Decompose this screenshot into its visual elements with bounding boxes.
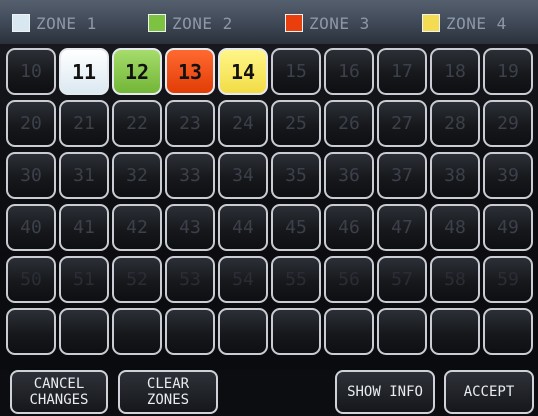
zone-2-legend: ZONE 2	[148, 12, 233, 34]
grid-row	[6, 308, 538, 357]
station-cell[interactable]: 52	[112, 256, 162, 303]
station-cell[interactable]: 27	[377, 100, 427, 147]
zone-2-label: ZONE 2	[172, 13, 233, 33]
zone-4-swatch	[422, 14, 440, 32]
show-info-button[interactable]: SHOW INFO	[335, 370, 435, 414]
station-cell[interactable]	[112, 308, 162, 355]
station-cell[interactable]: 37	[377, 152, 427, 199]
grid-row: 30 31 32 33 34 35 36 37 38 39	[6, 152, 538, 201]
station-cell[interactable]: 12	[112, 48, 162, 95]
station-cell[interactable]: 51	[59, 256, 109, 303]
zone-4-legend: ZONE 4	[422, 12, 507, 34]
station-cell[interactable]: 38	[430, 152, 480, 199]
station-cell[interactable]: 56	[324, 256, 374, 303]
station-cell[interactable]: 10	[6, 48, 56, 95]
zone-assignment-screen: ZONE 1 ZONE 2 ZONE 3 ZONE 4 10 11 12 13 14 15…	[0, 0, 538, 416]
station-cell[interactable]: 17	[377, 48, 427, 95]
station-cell[interactable]: 53	[165, 256, 215, 303]
station-cell[interactable]: 36	[324, 152, 374, 199]
station-cell[interactable]: 23	[165, 100, 215, 147]
clear-zones-button[interactable]: CLEAR ZONES	[118, 370, 218, 414]
station-cell[interactable]: 49	[483, 204, 533, 251]
station-cell[interactable]: 26	[324, 100, 374, 147]
grid-row: 50 51 52 53 54 55 56 57 58 59	[6, 256, 538, 305]
clear-zones-label-line1: CLEAR	[146, 376, 190, 392]
station-cell[interactable]	[271, 308, 321, 355]
station-cell[interactable]: 50	[6, 256, 56, 303]
show-info-label: SHOW INFO	[347, 384, 423, 400]
station-cell[interactable]: 14	[218, 48, 268, 95]
station-cell[interactable]: 31	[59, 152, 109, 199]
station-cell[interactable]	[377, 308, 427, 355]
station-cell[interactable]: 58	[430, 256, 480, 303]
station-cell[interactable]: 13	[165, 48, 215, 95]
station-cell[interactable]: 16	[324, 48, 374, 95]
station-cell[interactable]: 11	[59, 48, 109, 95]
zone-1-label: ZONE 1	[36, 13, 97, 33]
station-cell[interactable]	[6, 308, 56, 355]
station-cell[interactable]: 19	[483, 48, 533, 95]
station-cell[interactable]: 20	[6, 100, 56, 147]
station-cell[interactable]	[324, 308, 374, 355]
station-cell[interactable]: 47	[377, 204, 427, 251]
station-cell[interactable]: 57	[377, 256, 427, 303]
accept-button[interactable]: ACCEPT	[444, 370, 534, 414]
station-cell[interactable]: 43	[165, 204, 215, 251]
accept-label: ACCEPT	[463, 384, 515, 400]
cancel-changes-label-line1: CANCEL	[33, 376, 85, 392]
station-cell[interactable]	[218, 308, 268, 355]
zone-1-legend: ZONE 1	[12, 12, 97, 34]
station-cell[interactable]: 35	[271, 152, 321, 199]
station-cell[interactable]: 25	[271, 100, 321, 147]
zone-1-swatch	[12, 14, 30, 32]
station-cell[interactable]	[59, 308, 109, 355]
station-cell[interactable]: 15	[271, 48, 321, 95]
cancel-changes-label-line2: CHANGES	[29, 392, 89, 408]
station-cell[interactable]: 18	[430, 48, 480, 95]
grid-row: 20 21 22 23 24 25 26 27 28 29	[6, 100, 538, 149]
station-cell[interactable]: 21	[59, 100, 109, 147]
station-cell[interactable]: 24	[218, 100, 268, 147]
zone-legend: ZONE 1 ZONE 2 ZONE 3 ZONE 4	[0, 0, 538, 44]
station-cell[interactable]: 40	[6, 204, 56, 251]
grid-row: 40 41 42 43 44 45 46 47 48 49	[6, 204, 538, 253]
station-cell[interactable]: 34	[218, 152, 268, 199]
station-cell[interactable]: 28	[430, 100, 480, 147]
station-cell[interactable]: 59	[483, 256, 533, 303]
zone-3-legend: ZONE 3	[285, 12, 370, 34]
station-cell[interactable]: 42	[112, 204, 162, 251]
station-cell[interactable]	[483, 308, 533, 355]
station-cell[interactable]: 29	[483, 100, 533, 147]
station-cell[interactable]: 45	[271, 204, 321, 251]
station-cell[interactable]: 55	[271, 256, 321, 303]
station-cell[interactable]: 54	[218, 256, 268, 303]
station-cell[interactable]: 41	[59, 204, 109, 251]
cancel-changes-button[interactable]: CANCEL CHANGES	[10, 370, 108, 414]
station-grid: 10 11 12 13 14 15 16 17 18 19 20 21 22 23 24 25 26 27 28 29…	[6, 48, 538, 360]
zone-4-label: ZONE 4	[446, 13, 507, 33]
clear-zones-label-line2: ZONES	[146, 392, 190, 408]
station-cell[interactable]: 22	[112, 100, 162, 147]
station-cell[interactable]: 33	[165, 152, 215, 199]
zone-3-swatch	[285, 14, 303, 32]
station-cell[interactable]: 46	[324, 204, 374, 251]
station-cell[interactable]: 48	[430, 204, 480, 251]
station-cell[interactable]: 44	[218, 204, 268, 251]
zone-2-swatch	[148, 14, 166, 32]
zone-3-label: ZONE 3	[309, 13, 370, 33]
station-cell[interactable]: 32	[112, 152, 162, 199]
grid-row: 10 11 12 13 14 15 16 17 18 19	[6, 48, 538, 97]
station-cell[interactable]: 30	[6, 152, 56, 199]
station-cell[interactable]	[165, 308, 215, 355]
station-cell[interactable]: 39	[483, 152, 533, 199]
station-cell[interactable]	[430, 308, 480, 355]
